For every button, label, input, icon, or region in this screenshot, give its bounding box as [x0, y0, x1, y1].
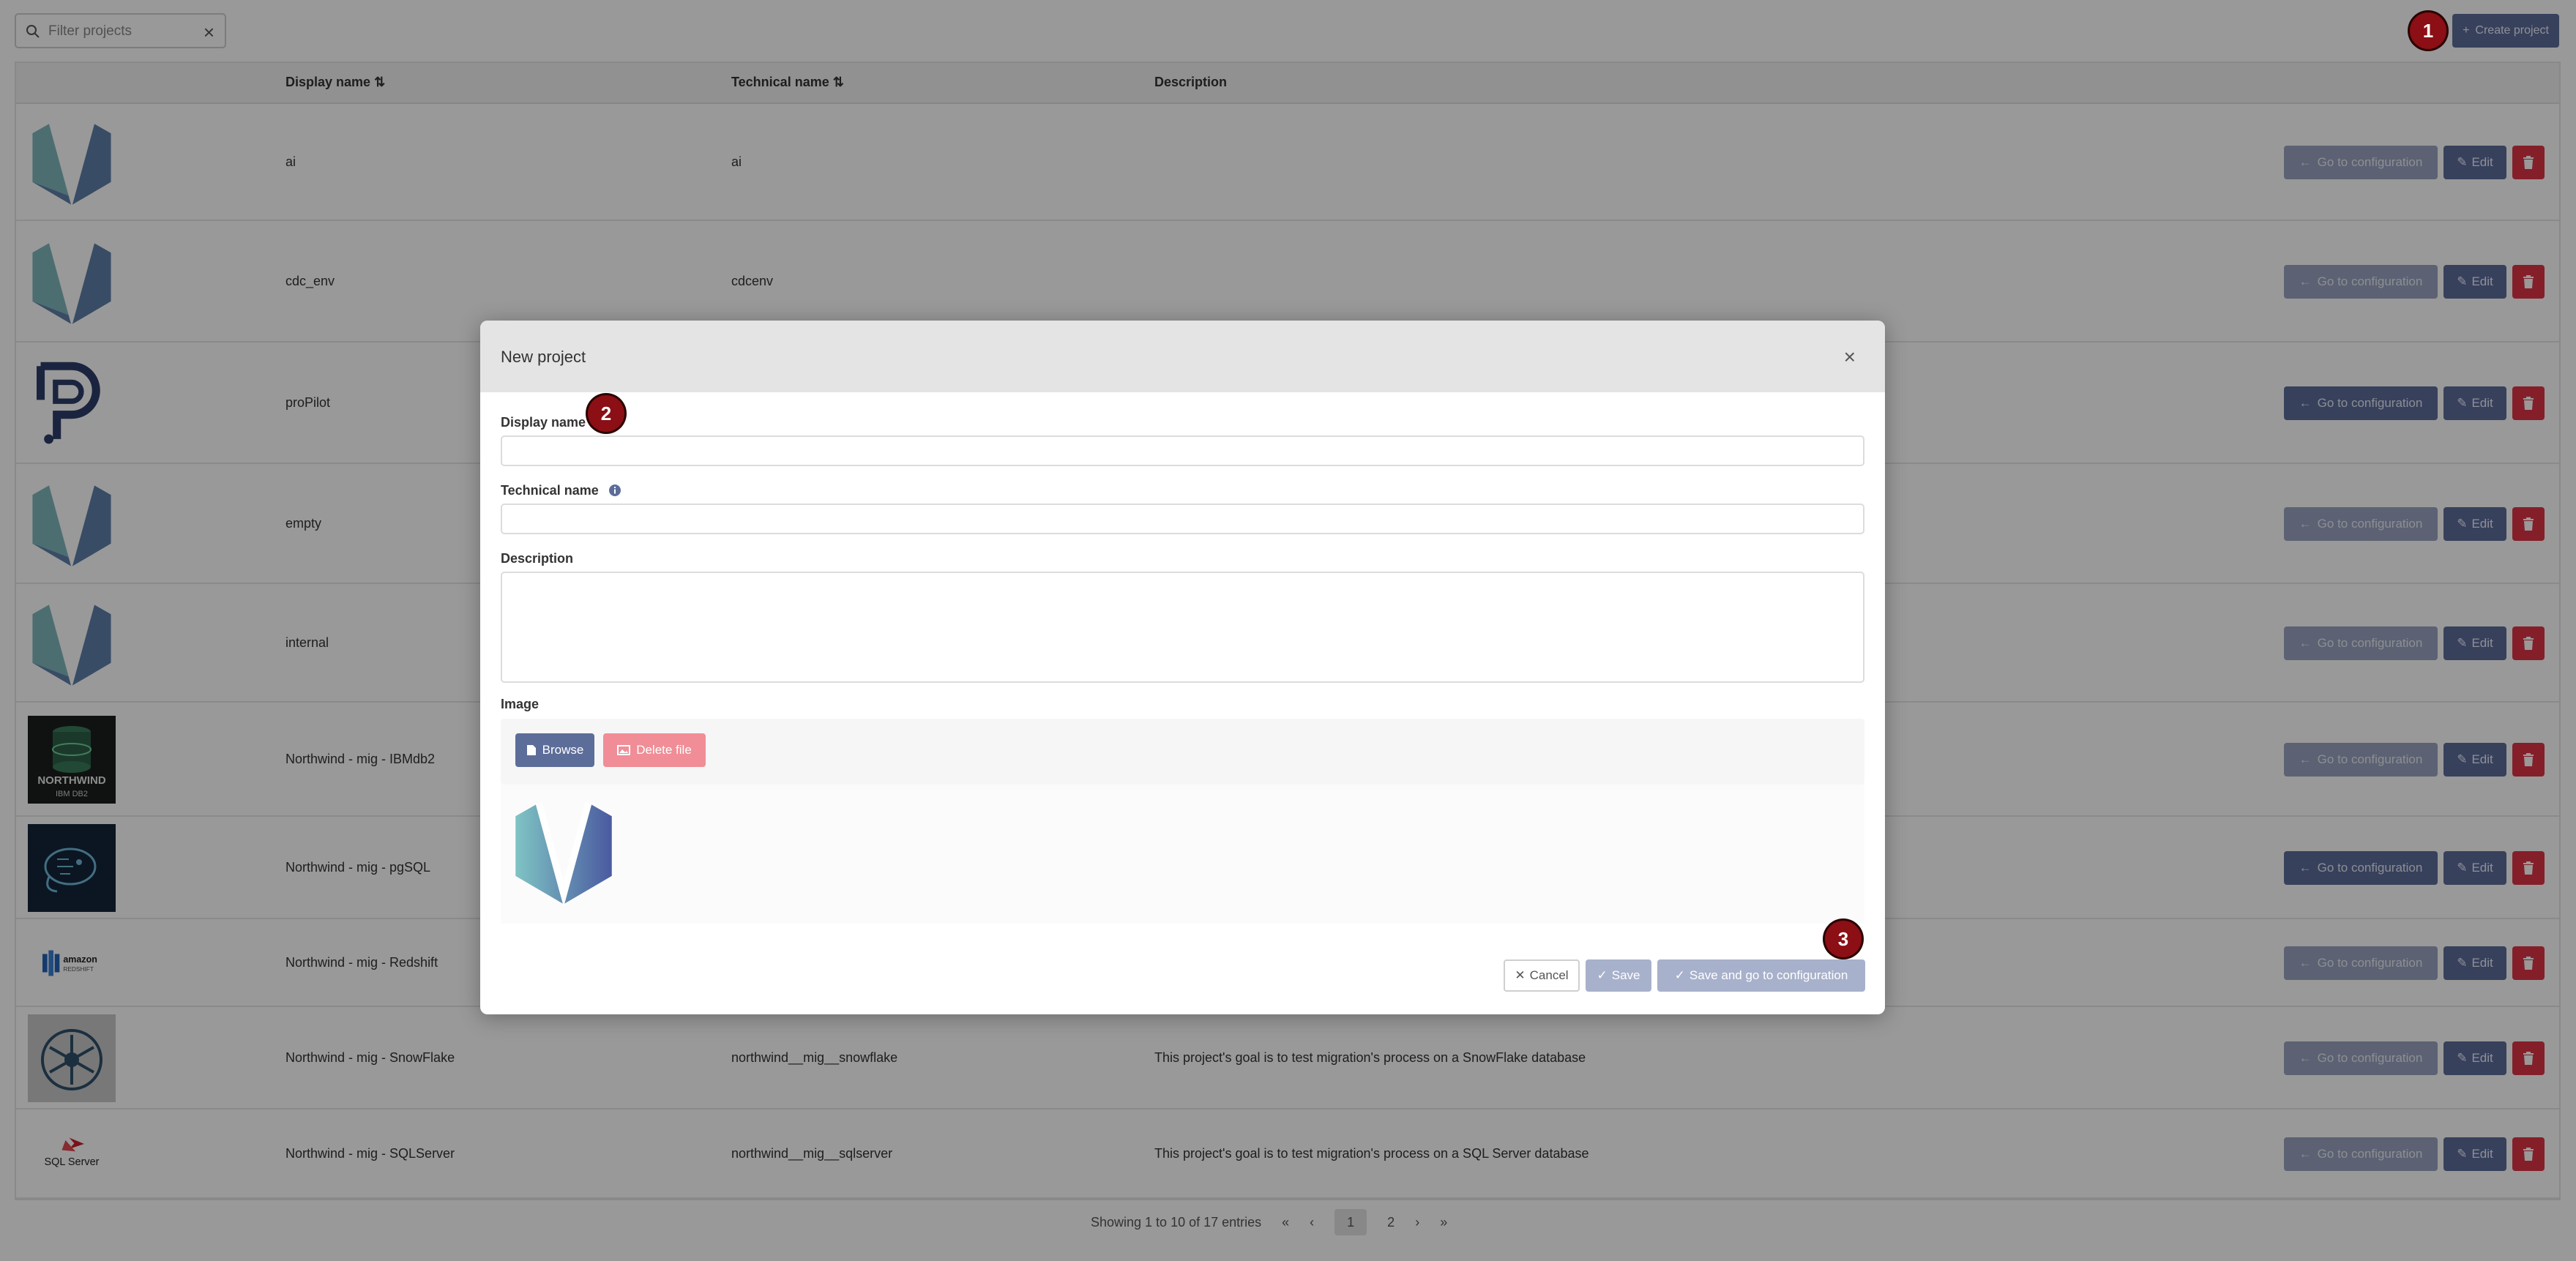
- description-textarea[interactable]: [501, 572, 1864, 683]
- technical-name-input[interactable]: [501, 504, 1864, 534]
- step-marker-2: 2: [588, 395, 624, 432]
- file-icon: [526, 745, 536, 755]
- step-marker-1: 1: [2410, 12, 2446, 49]
- new-project-modal: New project × Display name Technical nam…: [480, 321, 1885, 1014]
- modal-header: New project ×: [480, 321, 1885, 392]
- close-icon[interactable]: ×: [1844, 345, 1856, 369]
- image-preview: [501, 785, 1864, 924]
- description-label: Description: [501, 551, 574, 566]
- vorteks-logo-preview: [515, 801, 612, 906]
- image-remove-icon: [617, 745, 631, 755]
- technical-name-label: Technical name: [501, 483, 621, 498]
- info-icon[interactable]: [608, 484, 621, 497]
- image-label: Image: [501, 697, 540, 711]
- cancel-button[interactable]: ✕ Cancel: [1504, 959, 1580, 992]
- modal-title: New project: [501, 348, 586, 366]
- save-button[interactable]: ✓ Save: [1586, 959, 1651, 992]
- image-toolbar: Browse Delete file: [501, 719, 1864, 785]
- delete-file-button[interactable]: Delete file: [603, 733, 706, 767]
- display-name-input[interactable]: [501, 435, 1864, 466]
- step-marker-3: 3: [1825, 921, 1862, 957]
- close-icon: ✕: [1515, 968, 1526, 982]
- browse-button[interactable]: Browse: [515, 733, 594, 767]
- check-icon: ✓: [1674, 968, 1685, 982]
- display-name-label: Display name: [501, 415, 586, 430]
- save-and-configure-button[interactable]: ✓ Save and go to configuration: [1657, 959, 1865, 992]
- check-icon: ✓: [1597, 968, 1608, 982]
